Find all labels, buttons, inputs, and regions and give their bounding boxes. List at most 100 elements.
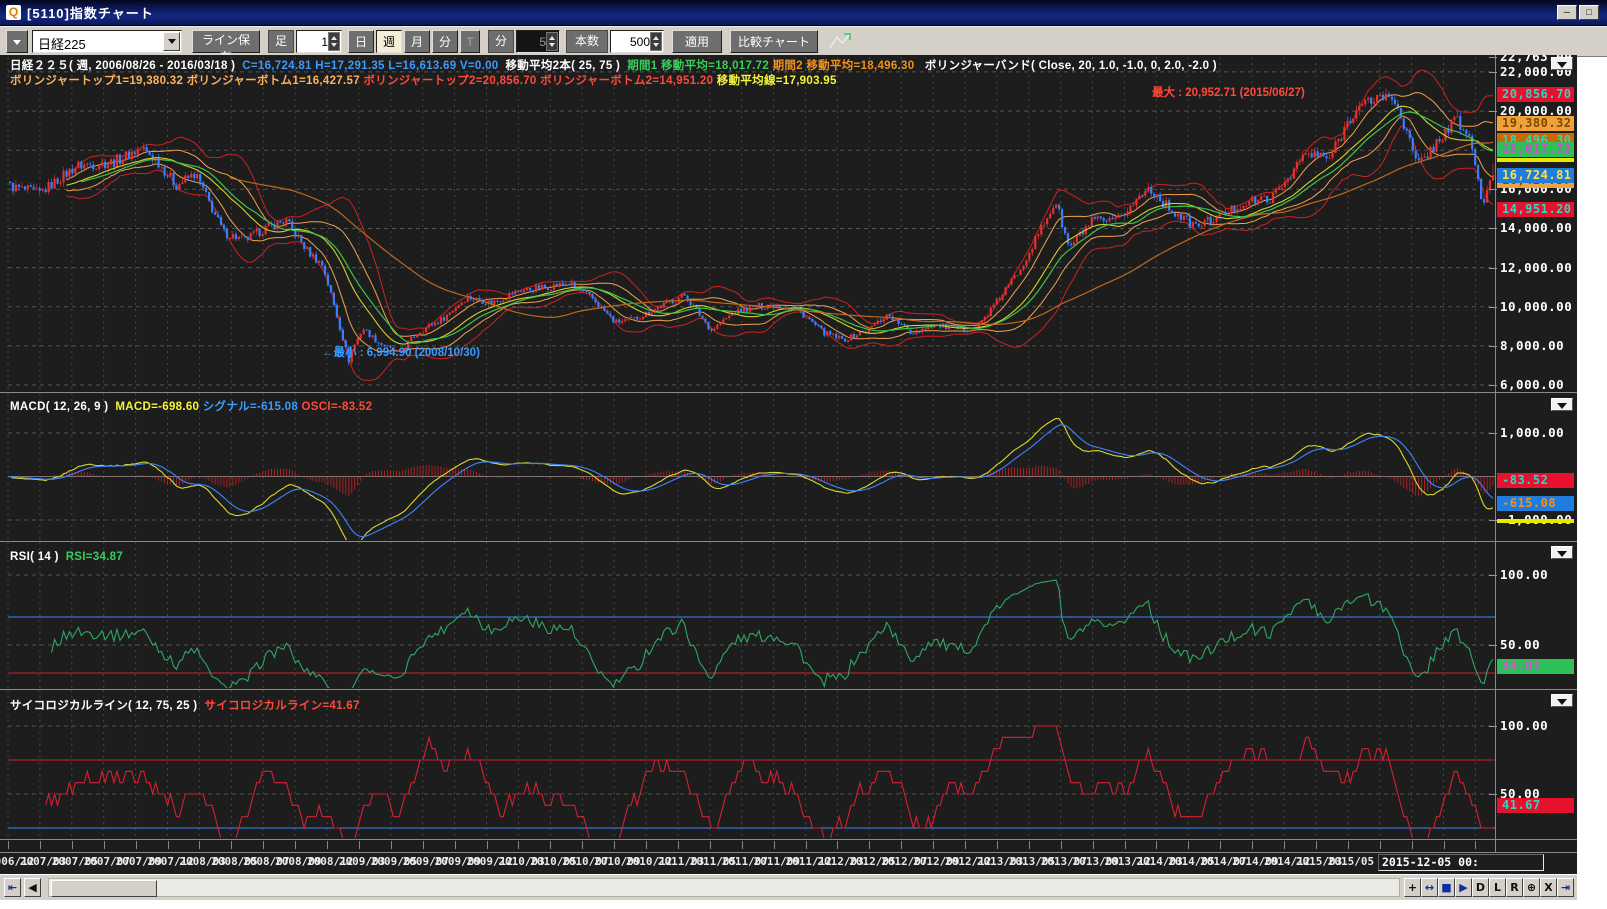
panel-divider xyxy=(0,392,1577,393)
close-chart-button[interactable]: X xyxy=(1540,878,1557,897)
magnifier-button[interactable]: ⊕ xyxy=(1523,878,1540,897)
period-day-button[interactable]: 日 xyxy=(348,30,374,53)
header-segment: RSI=34.87 xyxy=(66,551,123,563)
x-axis-tick xyxy=(1412,841,1413,849)
x-axis-tick xyxy=(1380,841,1381,849)
minute-field[interactable] xyxy=(518,32,548,51)
count-field[interactable] xyxy=(612,32,652,51)
x-axis-tick xyxy=(1093,841,1094,849)
line-mode-button[interactable]: L xyxy=(1489,878,1506,897)
price-tick: 50.00 xyxy=(1500,638,1540,652)
chart-canvas[interactable] xyxy=(0,55,1577,874)
x-axis-tick xyxy=(359,841,360,849)
scroll-end-button[interactable]: ⇥ xyxy=(1557,878,1574,897)
save-lines-button[interactable]: ライン保存 xyxy=(192,30,260,53)
fit-width-button[interactable]: ↔ xyxy=(1421,878,1438,897)
price-tick: 12,000.00 xyxy=(1500,261,1572,275)
maximize-button[interactable]: □ xyxy=(1579,5,1599,20)
header-segment: RSI( 14 ) xyxy=(10,551,66,563)
price-tick: 10,000.00 xyxy=(1500,300,1572,314)
combo-dropdown-icon[interactable] xyxy=(163,32,180,51)
period-tick-button[interactable]: T xyxy=(460,30,480,53)
header-segment: ボリンジャーバンド( Close, 20, 1.0, -1.0, 0, 2.0,… xyxy=(925,60,1217,72)
trendline-tool-icon[interactable] xyxy=(828,31,856,53)
header-segment: ボリンジャートップ1=19,380.32 ボリンジャーボトム1=16,427.5… xyxy=(10,75,363,87)
header-segment: OSCI=-83.52 xyxy=(302,401,373,413)
main-chart-header2: ボリンジャートップ1=19,380.32 ボリンジャーボトム1=16,427.5… xyxy=(10,72,837,88)
x-axis-tick xyxy=(614,841,615,849)
scroll-home-button[interactable]: ⇤ xyxy=(4,878,21,897)
minute-stepper[interactable] xyxy=(516,30,560,53)
psy-header: サイコロジカルライン( 12, 75, 25 ) サイコロジカルライン=41.6… xyxy=(10,697,360,713)
chevron-down-icon xyxy=(13,40,21,45)
zoom-in-button[interactable]: + xyxy=(1404,878,1421,897)
minimize-button[interactable]: ─ xyxy=(1557,5,1577,20)
x-axis-tick xyxy=(710,841,711,849)
price-tick: 14,000.00 xyxy=(1500,221,1572,235)
play-button[interactable]: ▶ xyxy=(1455,878,1472,897)
header-segment: 日経２２５( 週, 2006/08/26 - 2016/03/18 ) xyxy=(10,60,242,72)
x-axis-tick xyxy=(1188,841,1189,849)
psy-panel-dropdown-button[interactable] xyxy=(1551,694,1573,707)
x-axis-tick xyxy=(646,841,647,849)
indicator-strip xyxy=(1497,519,1574,523)
axis-tick-mark xyxy=(1489,57,1497,58)
cursor-date-readout: 2015-12-05 00: xyxy=(1378,854,1544,871)
rsi-header: RSI( 14 ) RSI=34.87 xyxy=(10,551,123,563)
header-segment: 移動平均2本( 25, 75 ) xyxy=(498,60,627,72)
x-axis-tick xyxy=(1252,841,1253,849)
data-button[interactable]: D xyxy=(1472,878,1489,897)
price-tick: 8,000.00 xyxy=(1500,339,1564,353)
scrollbar-track[interactable] xyxy=(48,878,1400,897)
refresh-button[interactable]: R xyxy=(1506,878,1523,897)
chart-menu-dropdown-button[interactable] xyxy=(6,30,28,53)
x-axis-tick xyxy=(933,841,934,849)
price-badge: -83.52 xyxy=(1497,473,1574,488)
spinner-icon[interactable] xyxy=(650,32,662,51)
window-controls: ─ □ xyxy=(1557,5,1599,20)
axis-tick-mark xyxy=(1489,307,1497,308)
x-axis-tick xyxy=(1316,841,1317,849)
x-axis-tick xyxy=(518,841,519,849)
header-segment: MACD=-698.60 xyxy=(115,401,202,413)
period-week-button[interactable]: 週 xyxy=(376,30,402,53)
instrument-value: 日経225 xyxy=(38,34,86,53)
x-axis-tick xyxy=(965,841,966,849)
x-axis-tick xyxy=(774,841,775,849)
rsi-panel-dropdown-button[interactable] xyxy=(1551,546,1573,559)
spinner-icon[interactable] xyxy=(328,32,340,51)
period-minute-button[interactable]: 分 xyxy=(432,30,458,53)
spinner-icon[interactable] xyxy=(546,32,558,51)
chart-area: 日経２２５( 週, 2006/08/26 - 2016/03/18 ) C=16… xyxy=(0,55,1577,874)
count-stepper[interactable] xyxy=(610,30,664,53)
price-badge: 14,951.20 xyxy=(1497,202,1574,217)
period-month-button[interactable]: 月 xyxy=(404,30,430,53)
main-panel-dropdown-button[interactable] xyxy=(1551,57,1573,70)
bar-count-stepper[interactable] xyxy=(296,30,342,53)
price-badge: 41.67 xyxy=(1497,798,1574,813)
axis-tick-mark xyxy=(1489,72,1497,73)
x-axis-tick xyxy=(263,841,264,849)
x-axis-tick xyxy=(1061,841,1062,849)
scroll-left-button[interactable]: ◀ xyxy=(24,878,41,897)
bar-count-field[interactable] xyxy=(298,32,330,51)
macd-panel-dropdown-button[interactable] xyxy=(1551,398,1573,411)
macd-header: MACD( 12, 26, 9 ) MACD=-698.60 シグナル=-615… xyxy=(10,398,372,414)
x-axis-tick xyxy=(1125,841,1126,849)
x-axis-tick xyxy=(1348,841,1349,849)
panel-divider xyxy=(0,839,1577,840)
axis-tick-mark xyxy=(1489,189,1497,190)
compare-chart-button[interactable]: 比較チャート xyxy=(730,30,818,53)
instrument-select[interactable]: 日経225 xyxy=(32,30,182,53)
stop-button[interactable]: ■ xyxy=(1438,878,1455,897)
chevron-down-icon xyxy=(1557,551,1567,557)
apply-button[interactable]: 適用 xyxy=(672,30,722,53)
indicator-strip xyxy=(1497,158,1574,162)
window-title: [5110]指数チャート xyxy=(27,3,154,22)
scrollbar-thumb[interactable] xyxy=(51,880,157,897)
price-tick: 100.00 xyxy=(1500,568,1548,582)
max-annotation: 最大 : 20,952.71 (2015/06/27) xyxy=(1152,84,1305,100)
x-axis-tick xyxy=(1156,841,1157,849)
x-axis-label: 2015/05 xyxy=(1328,855,1374,868)
x-axis-tick xyxy=(901,841,902,849)
